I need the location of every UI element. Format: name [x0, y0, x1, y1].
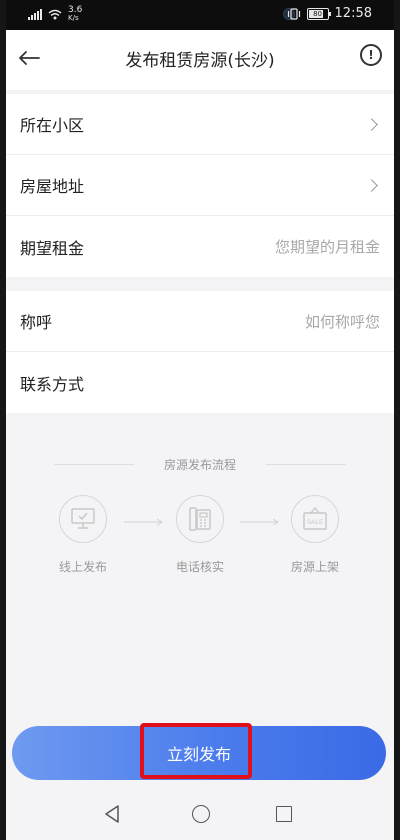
wifi-icon: [48, 9, 62, 19]
computer-icon: [59, 495, 107, 543]
system-nav-bar: [6, 790, 394, 840]
contact-row[interactable]: 联系方式: [6, 352, 394, 413]
telephone-icon: [176, 495, 224, 543]
process-step-listing: SALE 房源上架: [270, 495, 360, 575]
sale-sign-text: SALE: [307, 519, 324, 526]
rent-input[interactable]: 您期望的月租金: [275, 236, 380, 257]
battery-icon: 80: [306, 7, 331, 20]
nav-home-icon[interactable]: [192, 805, 210, 823]
network-speed-value: 3.6: [68, 5, 83, 15]
contact-label: 联系方式: [20, 374, 85, 394]
chevron-right-icon: [365, 178, 378, 192]
community-row[interactable]: 所在小区: [6, 94, 394, 155]
clock: 12:58: [334, 6, 372, 21]
process-step-verify: 电话核实: [155, 495, 245, 575]
property-form-group: 所在小区 房屋地址 期望租金 您期望的月租金: [6, 94, 394, 277]
network-speed: 3.6 K/s: [68, 5, 83, 23]
community-label: 所在小区: [20, 116, 85, 135]
nav-header: 发布租赁房源(长沙) !: [6, 30, 394, 90]
process-step-online: 线上发布: [38, 495, 128, 575]
step-label: 电话核实: [175, 560, 224, 574]
info-icon[interactable]: !: [360, 44, 382, 66]
highlight-annotation: [140, 723, 252, 779]
status-left: 3.6 K/s: [28, 6, 82, 22]
rent-label: 期望租金: [20, 238, 85, 258]
sale-sign-icon: SALE: [291, 495, 339, 543]
status-right: 80 12:58: [287, 6, 372, 21]
network-speed-unit: K/s: [68, 14, 79, 22]
rent-row[interactable]: 期望租金 您期望的月租金: [6, 216, 394, 277]
chevron-right-icon: [365, 117, 378, 131]
name-row[interactable]: 称呼 如何称呼您: [6, 291, 394, 352]
divider: [266, 464, 346, 465]
app-screen: 3.6 K/s 80 12:58 发布租赁房源(长沙) ! 所在小区 房屋地址 …: [6, 0, 394, 840]
camera-notch: [94, 0, 308, 34]
step-label: 房源上架: [290, 560, 339, 574]
address-row[interactable]: 房屋地址: [6, 155, 394, 216]
nav-recent-apps-icon[interactable]: [276, 806, 292, 822]
back-arrow-icon[interactable]: [18, 50, 40, 66]
vibrate-icon: [287, 7, 300, 20]
name-input[interactable]: 如何称呼您: [305, 311, 380, 332]
step-label: 线上发布: [58, 560, 107, 574]
phone-frame: 3.6 K/s 80 12:58 发布租赁房源(长沙) ! 所在小区 房屋地址 …: [0, 0, 400, 840]
name-label: 称呼: [20, 313, 53, 332]
nav-back-icon[interactable]: [104, 805, 120, 823]
battery-level: 80: [313, 9, 322, 18]
signal-icon: [28, 8, 42, 20]
page-title: 发布租赁房源(长沙): [125, 51, 275, 71]
publish-process: 房源发布流程 线上发布 电话核实 SALE 房源上架: [6, 445, 394, 605]
status-bar: 3.6 K/s 80 12:58: [6, 0, 394, 34]
contact-form-group: 称呼 如何称呼您 联系方式: [6, 291, 394, 413]
address-label: 房屋地址: [20, 177, 85, 196]
